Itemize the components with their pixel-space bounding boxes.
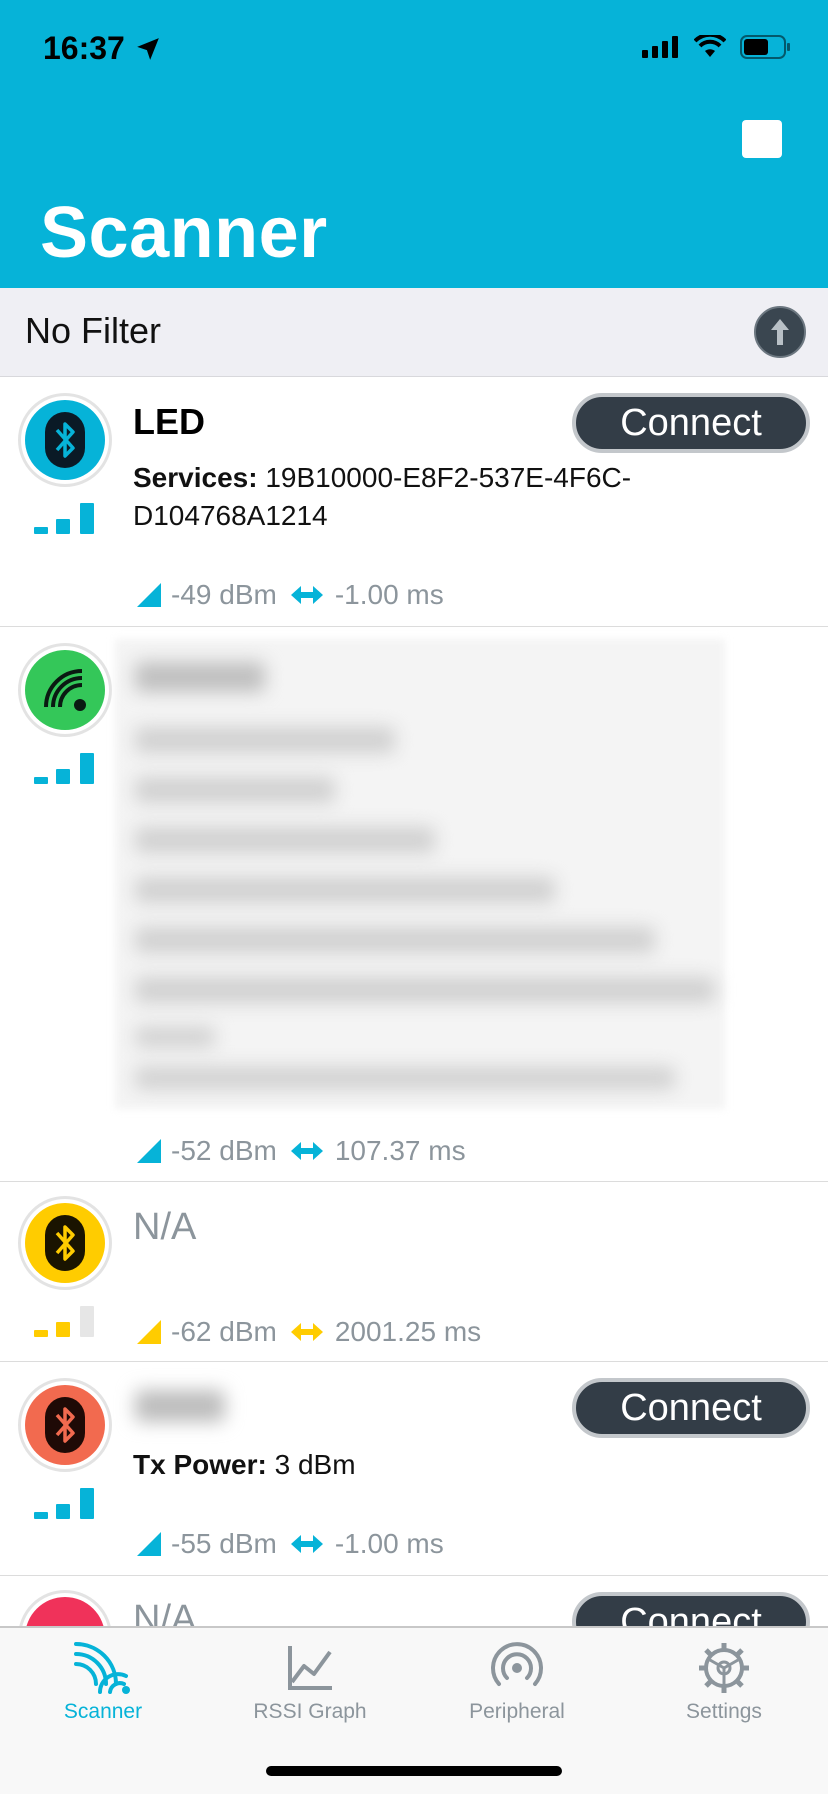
device-metrics: -52 dBm 107.37 ms — [137, 1135, 466, 1167]
redacted-line — [135, 877, 555, 903]
status-time-text: 16:37 — [43, 30, 125, 66]
tab-rssi-graph[interactable]: RSSI Graph — [230, 1640, 390, 1724]
wifi-icon — [694, 35, 726, 57]
battery-icon — [740, 35, 790, 59]
interval-value: 107.37 ms — [334, 1135, 466, 1166]
connect-button[interactable]: Connect — [572, 393, 810, 453]
device-name: LED — [133, 401, 205, 442]
interval-value: -1.00 ms — [334, 1528, 444, 1559]
stop-scan-button[interactable] — [742, 120, 782, 158]
services-value-cont: D104768A1214 — [133, 500, 328, 531]
device-metrics: -62 dBm 2001.25 ms — [137, 1316, 481, 1348]
signal-strength-icon — [34, 753, 94, 784]
tab-peripheral[interactable]: Peripheral — [437, 1640, 597, 1724]
gear-icon — [699, 1643, 749, 1693]
signal-strength-icon — [34, 503, 94, 534]
tab-rssi-graph-label: RSSI Graph — [253, 1700, 367, 1723]
tab-peripheral-label: Peripheral — [469, 1700, 565, 1723]
arrow-up-icon — [771, 319, 789, 345]
device-avatar — [18, 1196, 112, 1290]
graph-icon — [288, 1646, 332, 1690]
signal-strength-icon — [34, 1306, 94, 1337]
page-title: Scanner — [40, 193, 328, 273]
interval-value: 2001.25 ms — [334, 1316, 482, 1347]
interval-value: -1.00 ms — [334, 579, 444, 610]
device-avatar — [18, 393, 112, 487]
filter-label: No Filter — [25, 310, 162, 351]
rssi-value: -52 dBm — [171, 1135, 277, 1166]
redacted-name — [135, 1390, 225, 1422]
bluetooth-icon — [45, 1397, 85, 1453]
connect-button[interactable]: Connect — [572, 1378, 810, 1438]
redacted-line — [135, 827, 435, 853]
rssi-icon — [137, 1532, 161, 1556]
interval-icon — [290, 1323, 323, 1341]
redacted-line — [135, 977, 715, 1003]
scanner-icon — [74, 1642, 130, 1694]
device-metrics: -49 dBm -1.00 ms — [137, 579, 444, 611]
status-icons — [642, 34, 792, 60]
redacted-line — [135, 1027, 215, 1047]
signal-strength-icon — [34, 1488, 94, 1519]
device-row-4[interactable]: Connect Tx Power: 3 dBm -55 dBm -1.00 ms — [0, 1362, 828, 1576]
services-detail: Services: 19B10000-E8F2-537E-4F6C- D1047… — [133, 459, 631, 535]
redacted-line — [135, 777, 335, 803]
services-label: Services: — [133, 462, 258, 493]
tx-power-label: Tx Power: — [133, 1449, 267, 1480]
redacted-line — [135, 1067, 675, 1089]
redacted-line — [135, 727, 395, 753]
device-avatar — [18, 1378, 112, 1472]
device-name: N/A — [133, 1206, 197, 1248]
rssi-icon — [137, 1320, 161, 1344]
beacon-icon — [44, 669, 86, 711]
bluetooth-icon — [45, 412, 85, 468]
status-time: 16:37 — [43, 30, 161, 67]
interval-icon — [290, 1535, 323, 1553]
rssi-value: -55 dBm — [171, 1528, 277, 1559]
rssi-icon — [137, 583, 161, 607]
redacted-line — [135, 927, 655, 953]
tx-power-detail: Tx Power: 3 dBm — [133, 1446, 356, 1484]
sort-button[interactable] — [754, 306, 806, 358]
device-avatar — [18, 643, 112, 737]
location-arrow-icon — [137, 37, 159, 60]
bluetooth-icon — [45, 1215, 85, 1271]
tx-power-value: 3 dBm — [274, 1449, 356, 1480]
device-row-3[interactable]: N/A -62 dBm 2001.25 ms — [0, 1182, 828, 1362]
home-indicator[interactable] — [266, 1766, 562, 1776]
rssi-value: -49 dBm — [171, 579, 277, 610]
tab-scanner[interactable]: Scanner — [23, 1640, 183, 1724]
tab-settings-label: Settings — [686, 1700, 762, 1723]
cellular-signal-icon — [642, 36, 678, 58]
device-metrics: -55 dBm -1.00 ms — [137, 1528, 444, 1560]
interval-icon — [290, 586, 323, 604]
rssi-value: -62 dBm — [171, 1316, 277, 1347]
device-row-2[interactable]: -52 dBm 107.37 ms — [0, 627, 828, 1182]
nav-header: 16:37 Scanner — [0, 0, 828, 288]
tab-settings[interactable]: Settings — [644, 1640, 804, 1724]
rssi-icon — [137, 1139, 161, 1163]
interval-icon — [290, 1142, 323, 1160]
redacted-line — [135, 662, 265, 692]
tab-scanner-label: Scanner — [63, 1700, 143, 1723]
peripheral-icon — [491, 1642, 543, 1686]
device-row-led[interactable]: LED Connect Services: 19B10000-E8F2-537E… — [0, 377, 828, 627]
filter-bar[interactable]: No Filter — [0, 288, 828, 377]
services-value: 19B10000-E8F2-537E-4F6C- — [265, 462, 632, 493]
